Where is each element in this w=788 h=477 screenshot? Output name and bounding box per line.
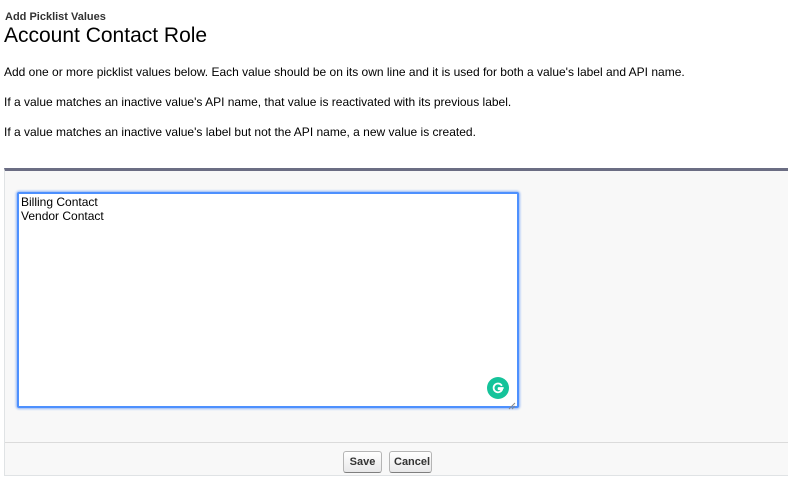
add-picklist-values-page: Add Picklist Values Account Contact Role… [0, 0, 788, 477]
save-button[interactable]: Save [343, 451, 382, 473]
cancel-button[interactable]: Cancel [389, 451, 432, 473]
page-title: Account Contact Role [4, 24, 208, 47]
picklist-values-textarea[interactable] [19, 194, 517, 406]
grammarly-icon[interactable] [487, 377, 509, 399]
picklist-values-panel: Save Cancel [4, 168, 788, 476]
instruction-text: If a value matches an inactive value's A… [4, 95, 512, 109]
resize-handle-icon[interactable] [508, 397, 516, 410]
page-subtitle: Add Picklist Values [5, 11, 106, 23]
picklist-values-field [17, 192, 519, 410]
instruction-text: Add one or more picklist values below. E… [4, 65, 685, 79]
button-divider [5, 442, 788, 443]
instruction-text: If a value matches an inactive value's l… [4, 125, 476, 139]
